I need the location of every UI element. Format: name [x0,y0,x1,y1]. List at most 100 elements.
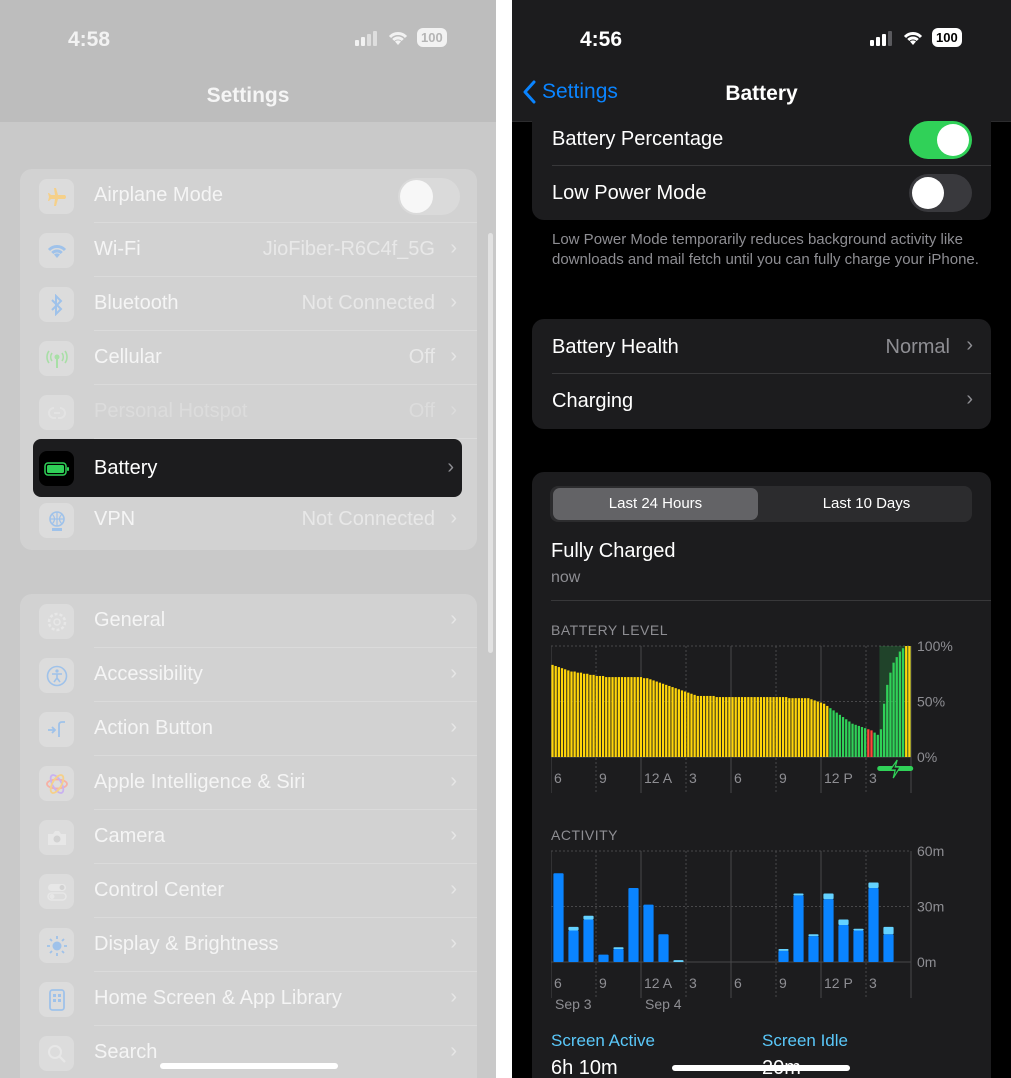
battery-screen: 4:56 100 Settings Battery Battery Percen… [512,0,1011,1078]
row-bluetooth[interactable]: Bluetooth Not Connected › [20,277,477,331]
low-power-mode-toggle[interactable] [909,174,972,212]
chevron-right-icon: › [450,662,457,684]
battery-bar [718,697,722,757]
row-general[interactable]: General › [20,594,477,648]
row-label: Charging [552,390,634,412]
row-apple-intelligence[interactable]: Apple Intelligence & Siri › [20,756,477,810]
activity-bar-active [808,936,819,962]
row-control-center[interactable]: Control Center › [20,864,477,918]
tab-last-24-hours[interactable]: Last 24 Hours [553,488,758,520]
battery-bar [819,702,823,757]
x-tick-label: 12 P [824,770,853,786]
y-tick-label: 100% [917,640,953,654]
activity-bar-idle [583,915,594,920]
home-indicator[interactable] [672,1065,850,1071]
battery-bar [876,734,879,757]
row-value: JioFiber-R6C4f_5G [262,238,435,260]
battery-bar [822,703,826,757]
chevron-right-icon: › [450,608,457,630]
activity-bar-idle [568,926,579,931]
row-label: Action Button [94,717,213,739]
row-vpn[interactable]: VPN Not Connected › [20,493,477,547]
row-action-button[interactable]: Action Button › [20,702,477,756]
battery-bar [835,712,838,757]
row-home-screen[interactable]: Home Screen & App Library › [20,972,477,1026]
activity-bar-idle [613,947,624,950]
row-label: VPN [94,508,136,530]
battery-bar [693,694,696,757]
activity-heading: ACTIVITY [551,827,619,843]
battery-bar [845,719,848,757]
battery-bar [570,671,573,757]
activity-bar-active [568,930,579,962]
chevron-right-icon: › [450,1040,457,1062]
battery-bar [800,698,804,757]
row-battery-health[interactable]: Battery Health Normal › [532,320,991,374]
x-tick-label: 9 [599,770,607,786]
airplane-mode-toggle[interactable] [398,178,460,215]
bluetooth-icon [39,287,74,322]
battery-bar [879,729,883,757]
tab-last-10-days[interactable]: Last 10 Days [764,488,969,520]
row-label: Airplane Mode [94,184,223,206]
x-tick-label: 6 [554,975,562,991]
battery-bar [898,651,902,757]
battery-bar [611,677,614,757]
battery-bar [554,665,557,757]
row-camera[interactable]: Camera › [20,810,477,864]
battery-bar [737,697,740,757]
home-indicator[interactable] [160,1063,338,1069]
battery-bar [841,717,845,757]
row-airplane-mode[interactable]: Airplane Mode [20,169,477,223]
row-accessibility[interactable]: Accessibility › [20,648,477,702]
battery-bar [671,687,674,757]
battery-bar [595,675,598,757]
battery-bar [769,697,772,757]
battery-bar [684,691,687,757]
row-personal-hotspot[interactable]: Personal Hotspot Off › [20,385,477,439]
battery-level-chart: 100% 50% 0% 6 9 12 A 3 6 9 12 P 3 [551,640,953,793]
activity-bar-active [868,888,879,962]
row-low-power-mode: Low Power Mode [532,166,991,220]
status-bar: 4:58 100 [0,0,496,70]
battery-bar [579,672,583,757]
battery-bar [655,681,658,757]
battery-bar [624,677,627,757]
scrollbar[interactable] [488,233,493,653]
row-display-brightness[interactable]: Display & Brightness › [20,918,477,972]
battery-bar [661,683,665,757]
activity-bar-active [658,934,669,962]
row-cellular[interactable]: Cellular Off › [20,331,477,385]
row-label: Apple Intelligence & Siri [94,771,306,793]
chevron-right-icon: › [450,986,457,1008]
row-charging[interactable]: Charging › [532,374,991,428]
battery-icon [39,451,74,486]
battery-bar [892,662,895,757]
battery-bar [721,697,725,757]
battery-bar [750,697,753,757]
battery-bar [772,697,775,757]
battery-bar [778,697,782,757]
battery-percentage-toggle[interactable] [909,121,972,159]
battery-bar [794,698,797,757]
x-tick-label: 3 [869,770,877,786]
low-power-footnote: Low Power Mode temporarily reduces backg… [552,231,979,268]
charging-bolt [889,759,902,779]
battery-bar [867,729,870,757]
row-value: Normal [885,336,950,358]
activity-bar-active [853,930,864,962]
battery-bar [882,703,886,757]
row-search[interactable]: Search › [20,1026,477,1078]
battery-bar [832,710,835,757]
battery-bar [731,697,734,757]
x-tick-label: 9 [779,975,787,991]
x-tick-label: 12 A [644,770,673,786]
row-battery[interactable]: Battery › [33,439,462,497]
airplane-icon [39,179,74,214]
row-wifi[interactable]: Wi-Fi JioFiber-R6C4f_5G › [20,223,477,277]
battery-bar [813,700,816,757]
battery-bar [668,685,671,757]
chevron-right-icon: › [447,456,454,478]
battery-bar [557,667,560,757]
battery-bar [744,697,747,757]
